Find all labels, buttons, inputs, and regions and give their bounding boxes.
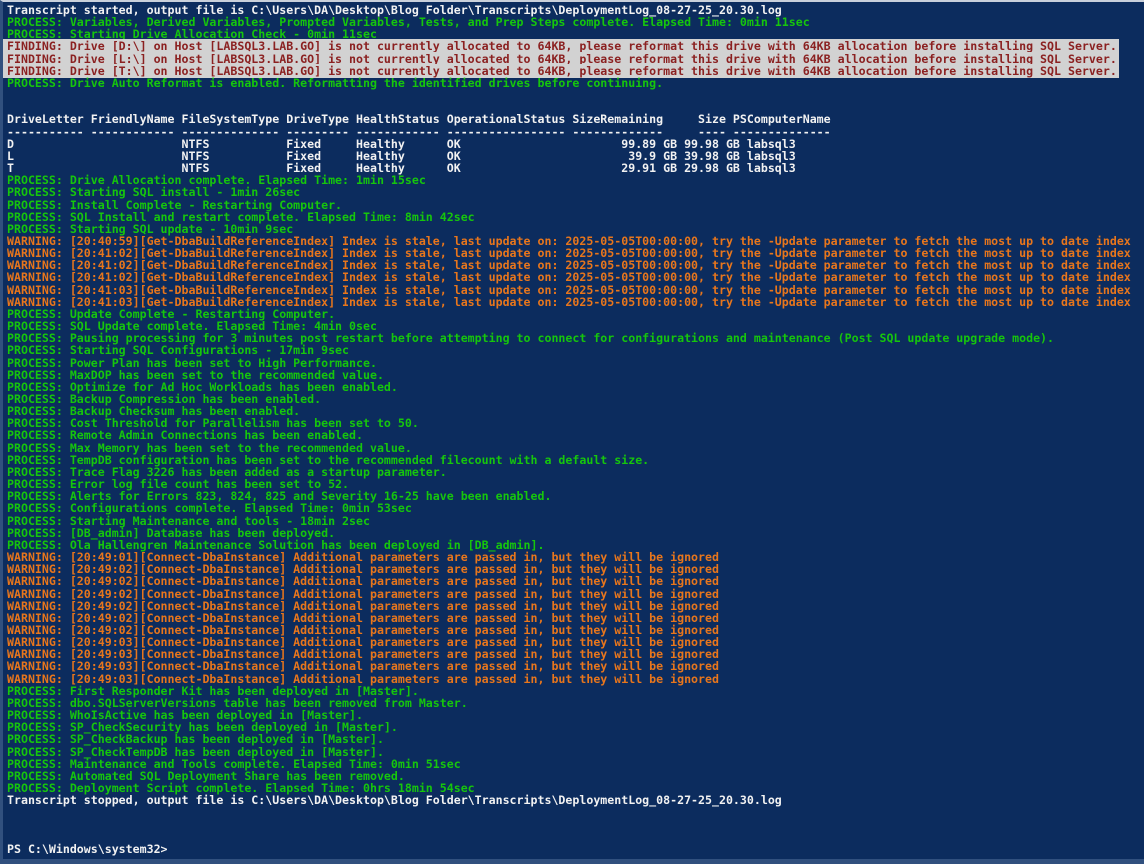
console-line: Transcript stopped, output file is C:\Us… bbox=[7, 794, 1144, 806]
console-line: PROCESS: Drive Auto Reformat is enabled.… bbox=[7, 77, 1144, 89]
console-blank-line bbox=[7, 831, 1144, 843]
console-blank-line bbox=[7, 818, 1144, 830]
console-line: WARNING: [20:41:02][Get-DbaBuildReferenc… bbox=[7, 271, 1144, 283]
console-line: PROCESS: SP_CheckBackup has been deploye… bbox=[7, 733, 1144, 745]
console-output: Transcript started, output file is C:\Us… bbox=[7, 4, 1144, 855]
console-line: PROCESS: Starting SQL Configurations - 1… bbox=[7, 344, 1144, 356]
console-line: FINDING: Drive [D:\] on Host [LABSQL3.LA… bbox=[7, 40, 1144, 52]
console-line: PROCESS: SQL Install and restart complet… bbox=[7, 211, 1144, 223]
console-line: WARNING: [20:49:02][Connect-DbaInstance]… bbox=[7, 575, 1144, 587]
console-line: PROCESS: Max Memory has been set to the … bbox=[7, 442, 1144, 454]
console-line: PROCESS: Starting Maintenance and tools … bbox=[7, 515, 1144, 527]
console-line: WARNING: [20:49:03][Connect-DbaInstance]… bbox=[7, 660, 1144, 672]
powershell-console-window[interactable]: Transcript started, output file is C:\Us… bbox=[0, 0, 1144, 864]
console-line: WARNING: [20:49:03][Connect-DbaInstance]… bbox=[7, 673, 1144, 685]
console-line: PROCESS: Power Plan has been set to High… bbox=[7, 357, 1144, 369]
console-line: WARNING: [20:49:02][Connect-DbaInstance]… bbox=[7, 588, 1144, 600]
console-line: PROCESS: Remote Admin Connections has be… bbox=[7, 429, 1144, 441]
console-line: PROCESS: SP_CheckTempDB has been deploye… bbox=[7, 746, 1144, 758]
console-line: PROCESS: Install Complete - Restarting C… bbox=[7, 199, 1144, 211]
console-line: WARNING: [20:41:03][Get-DbaBuildReferenc… bbox=[7, 284, 1144, 296]
console-blank-line bbox=[7, 806, 1144, 818]
console-line: PROCESS: Configurations complete. Elapse… bbox=[7, 502, 1144, 514]
console-line: PROCESS: Starting SQL install - 1min 26s… bbox=[7, 186, 1144, 198]
console-blank-line bbox=[7, 89, 1144, 101]
console-line: WARNING: [20:49:02][Connect-DbaInstance]… bbox=[7, 600, 1144, 612]
console-line: ----------- ------------ -------------- … bbox=[7, 126, 1144, 138]
console-line: DriveLetter FriendlyName FileSystemType … bbox=[7, 113, 1144, 125]
console-line: FINDING: Drive [L:\] on Host [LABSQL3.LA… bbox=[7, 53, 1144, 65]
console-prompt-line[interactable]: PS C:\Windows\system32> bbox=[7, 843, 1144, 855]
